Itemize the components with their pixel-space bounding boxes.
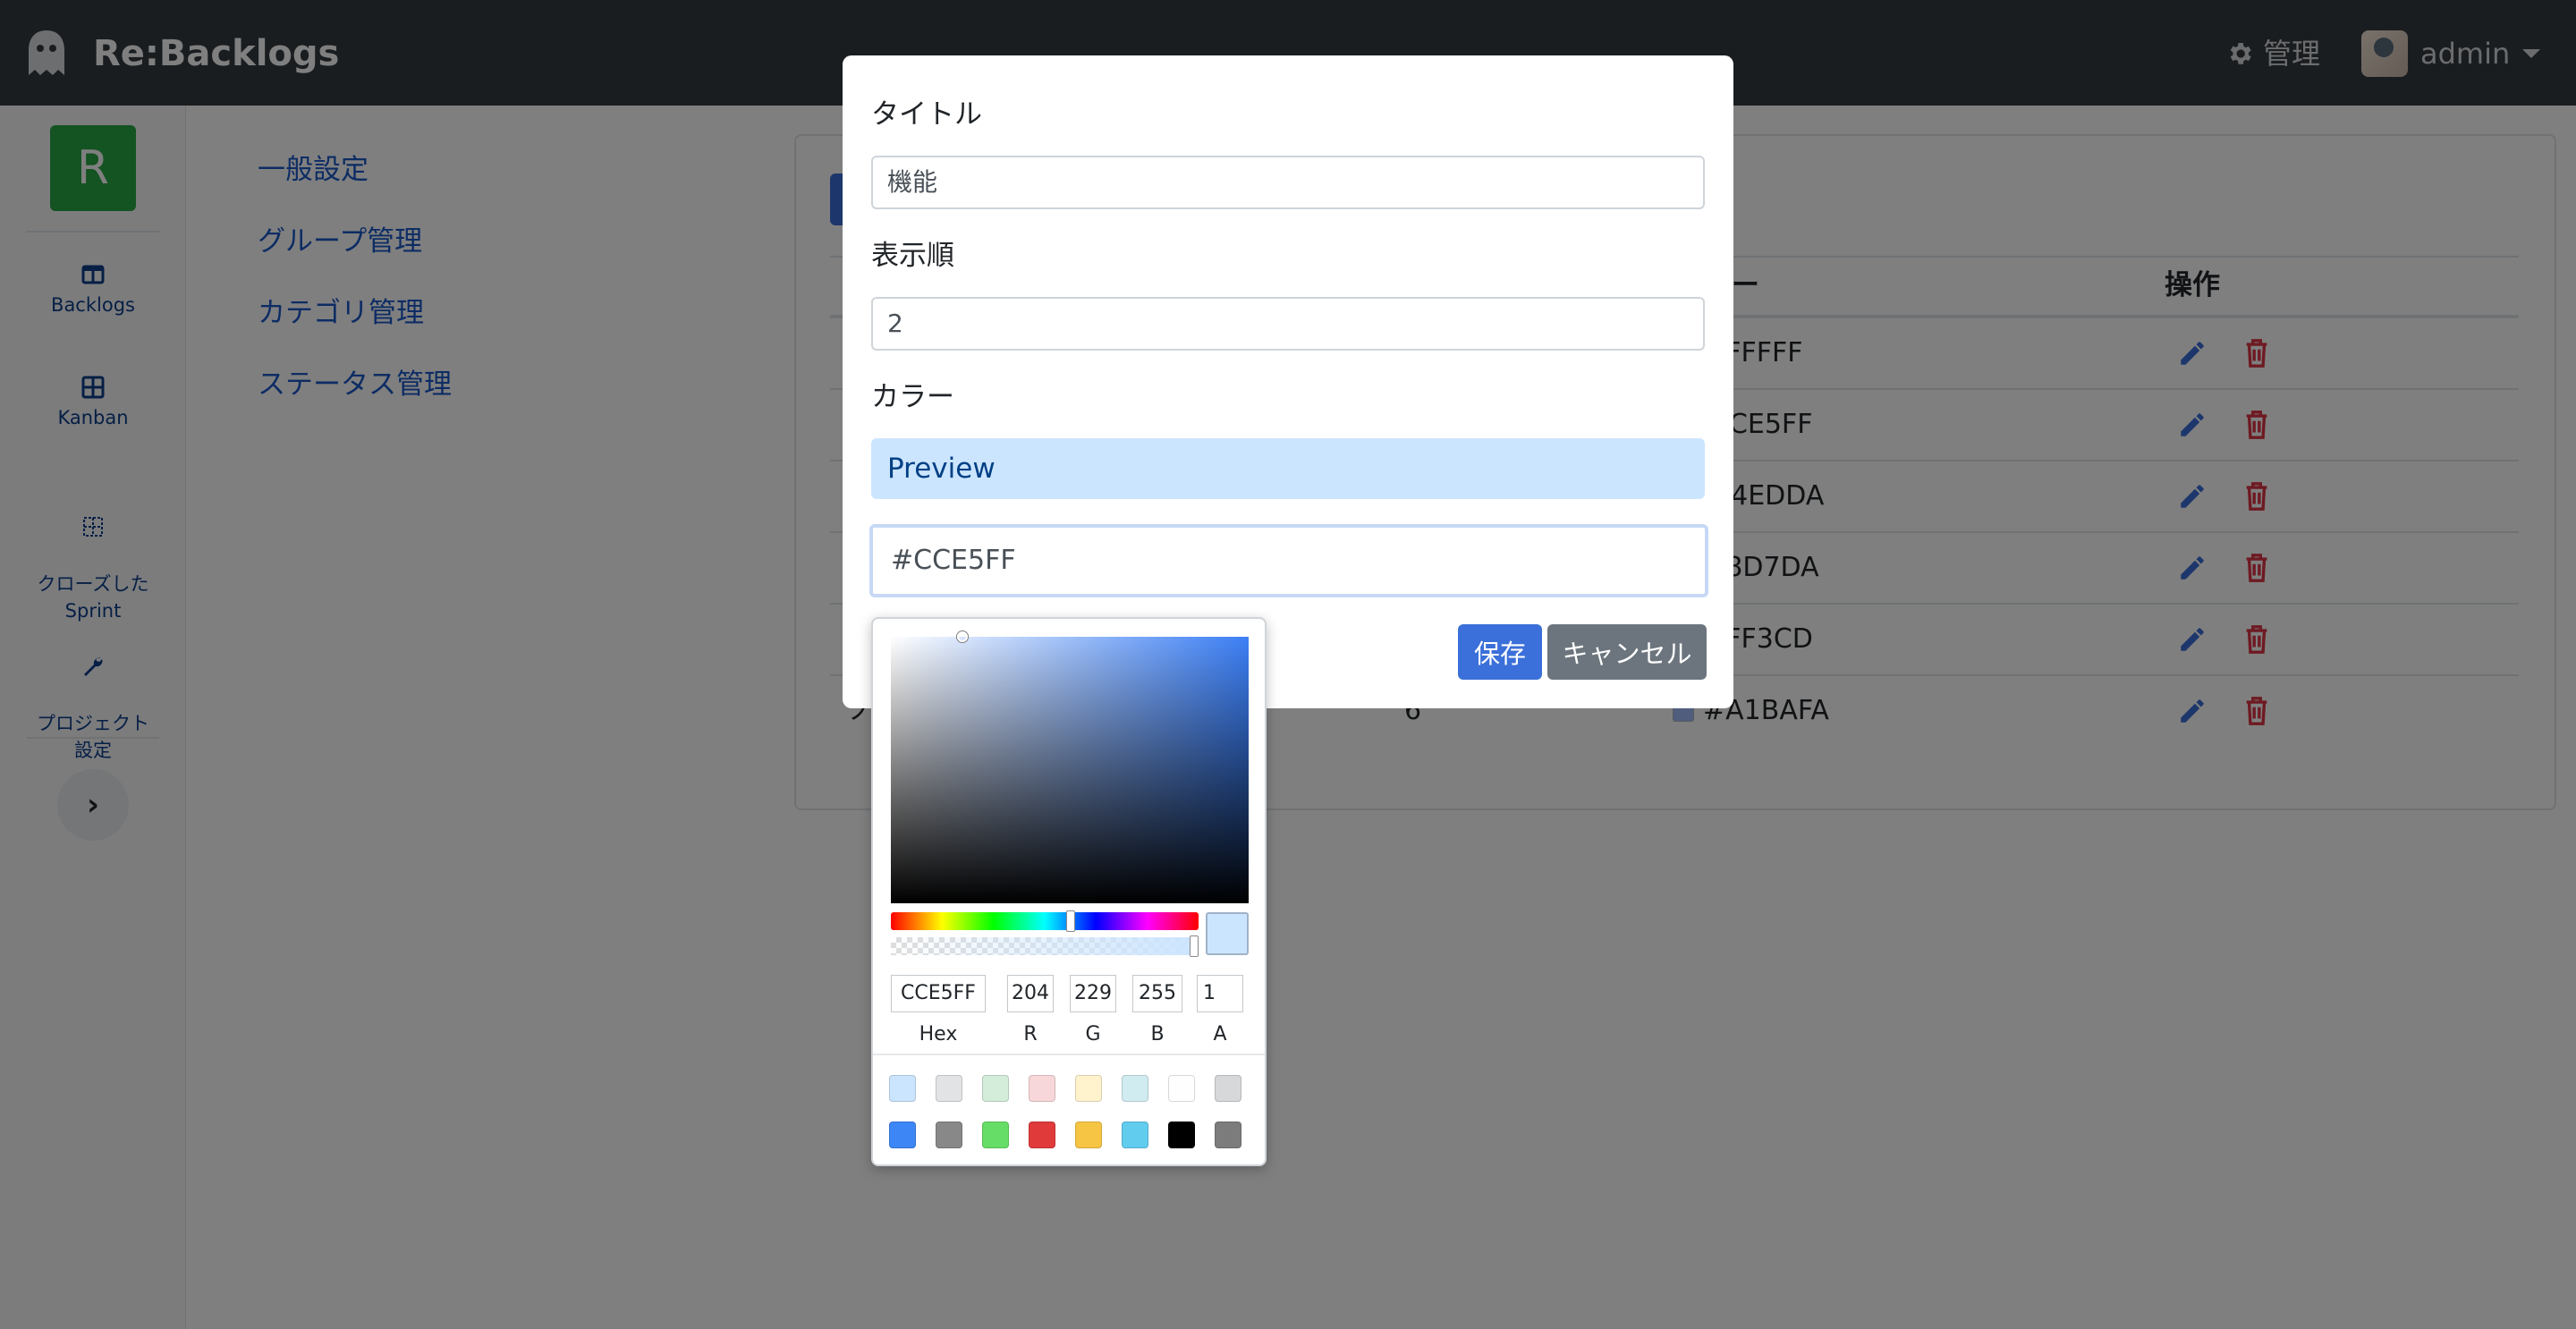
hex-label: Hex	[919, 1023, 958, 1045]
hex-field[interactable]: CCE5FF	[891, 975, 986, 1012]
preset-color-swatch[interactable]	[1029, 1075, 1055, 1102]
preset-color-swatch[interactable]	[889, 1122, 916, 1148]
saturation-value-area[interactable]	[891, 631, 1249, 903]
cancel-button[interactable]: キャンセル	[1547, 624, 1707, 680]
order-input[interactable]: 2	[871, 297, 1705, 351]
color-hex-input[interactable]: #CCE5FF	[869, 524, 1708, 597]
color-hex-value: #CCE5FF	[891, 545, 1016, 576]
save-button[interactable]: 保存	[1458, 624, 1542, 680]
alpha-label: A	[1213, 1023, 1227, 1045]
preset-color-swatch[interactable]	[1215, 1075, 1241, 1102]
hue-slider-handle[interactable]	[1066, 910, 1075, 932]
alpha-slider-handle[interactable]	[1190, 935, 1199, 957]
red-field[interactable]: 204	[1007, 975, 1054, 1012]
alpha-slider[interactable]	[891, 935, 1199, 957]
preset-color-swatch[interactable]	[936, 1122, 962, 1148]
preset-color-swatch[interactable]	[1168, 1122, 1195, 1148]
preset-color-swatch[interactable]	[1075, 1122, 1102, 1148]
preset-color-swatch[interactable]	[982, 1075, 1009, 1102]
preset-color-swatch[interactable]	[1029, 1122, 1055, 1148]
preset-color-swatch[interactable]	[1168, 1075, 1195, 1102]
order-field-label: 表示順	[871, 240, 954, 272]
preset-color-swatch[interactable]	[982, 1122, 1009, 1148]
color-field-label: カラー	[871, 381, 954, 413]
saturation-handle[interactable]	[957, 631, 968, 642]
title-input[interactable]: 機能	[871, 156, 1705, 209]
green-label: G	[1085, 1023, 1101, 1045]
picker-divider	[873, 1054, 1265, 1055]
hue-slider[interactable]	[891, 910, 1199, 932]
color-picker-popover: CCE5FF 204 229 255 1 Hex R G B A	[871, 617, 1267, 1166]
title-field-label: タイトル	[871, 98, 982, 131]
preset-color-swatch[interactable]	[1215, 1122, 1241, 1148]
current-color-swatch	[1206, 912, 1249, 955]
preset-color-swatch[interactable]	[1122, 1075, 1148, 1102]
red-label: R	[1023, 1023, 1038, 1045]
preset-color-swatch[interactable]	[1122, 1122, 1148, 1148]
green-field[interactable]: 229	[1070, 975, 1116, 1012]
color-preview-badge: Preview	[871, 438, 1705, 499]
preset-color-swatch[interactable]	[889, 1075, 916, 1102]
preset-color-swatch[interactable]	[1075, 1075, 1102, 1102]
preset-color-swatch[interactable]	[936, 1075, 962, 1102]
alpha-field[interactable]: 1	[1197, 975, 1243, 1012]
blue-field[interactable]: 255	[1132, 975, 1182, 1012]
edit-category-modal: タイトル 機能 表示順 2 カラー Preview #CCE5FF 保存 キャン…	[843, 55, 1733, 708]
blue-label: B	[1150, 1023, 1165, 1045]
